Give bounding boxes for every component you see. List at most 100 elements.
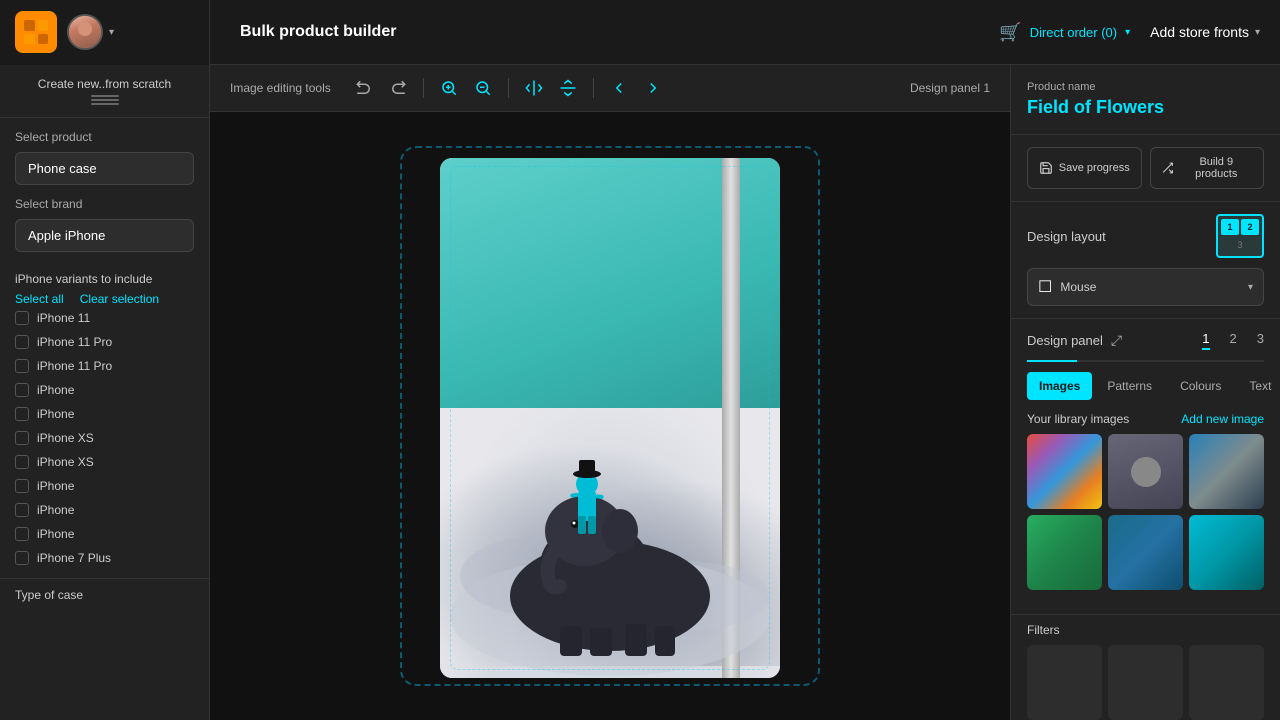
select-brand-label: Select brand (15, 197, 194, 211)
top-header: ▾ Bulk product builder 🛒 Direct order (0… (0, 0, 1280, 65)
layout-cell-3: 3 (1221, 237, 1259, 253)
select-product-section: Select product Phone case (0, 118, 209, 197)
layout-grid-selector[interactable]: 1 2 3 (1216, 214, 1264, 258)
variant-iphone-4-checkbox[interactable] (15, 503, 29, 517)
tab-colours[interactable]: Colours (1167, 372, 1234, 400)
brand-select[interactable]: Apple iPhone (15, 219, 194, 252)
library-image-3[interactable] (1189, 434, 1264, 509)
filter-3[interactable] (1189, 645, 1264, 720)
save-icon (1039, 161, 1053, 175)
filter-2[interactable] (1108, 645, 1183, 720)
variant-iphone-1-checkbox[interactable] (15, 383, 29, 397)
variant-iphone11pro-2-checkbox[interactable] (15, 359, 29, 373)
layout-cell-1: 1 (1221, 219, 1239, 235)
redo-button[interactable] (385, 75, 411, 101)
phone-case-canvas[interactable] (400, 146, 820, 686)
filter-1[interactable] (1027, 645, 1102, 720)
library-image-4[interactable] (1027, 515, 1102, 590)
variant-iphone11pro-1-checkbox[interactable] (15, 335, 29, 349)
clear-selection-link[interactable]: Clear selection (80, 292, 159, 306)
right-panel: Product name Field of Flowers Save progr… (1010, 65, 1280, 720)
product-name-label: Product name (1027, 81, 1264, 93)
build-icon (1161, 161, 1174, 175)
variant-iphone-4-label: iPhone (37, 503, 74, 517)
panel-num-3[interactable]: 3 (1257, 331, 1264, 350)
page-title: Bulk product builder (210, 23, 979, 41)
layout-cell-2: 2 (1241, 219, 1259, 235)
tool-separator-3 (593, 78, 594, 98)
variant-iphonexs-2-label: iPhone XS (37, 455, 94, 469)
logo-area: ▾ (0, 0, 210, 65)
app-logo (15, 11, 57, 53)
variant-iphone-2-checkbox[interactable] (15, 407, 29, 421)
variant-iphone11pro-2-label: iPhone 11 Pro (37, 359, 112, 373)
arrow-right-button[interactable] (640, 75, 666, 101)
library-image-5[interactable] (1108, 515, 1183, 590)
design-layout-title: Design layout (1027, 229, 1106, 244)
variant-iphone-2-label: iPhone (37, 407, 74, 421)
mouse-label: Mouse (1060, 280, 1240, 294)
avatar-area[interactable]: ▾ (67, 14, 114, 50)
panel-num-1[interactable]: 1 (1202, 331, 1209, 350)
build-products-label: Build 9 products (1180, 156, 1253, 180)
build-products-button[interactable]: Build 9 products (1150, 147, 1265, 189)
tab-images[interactable]: Images (1027, 372, 1092, 400)
arrow-left-button[interactable] (606, 75, 632, 101)
product-name-section: Product name Field of Flowers (1011, 65, 1280, 135)
mouse-layout-select[interactable]: ☐ Mouse ▾ (1027, 268, 1264, 306)
zoom-out-button[interactable] (470, 75, 496, 101)
variant-iphone-3-checkbox[interactable] (15, 479, 29, 493)
type-of-case-section: Type of case (0, 578, 209, 610)
design-panel-header: Design panel ⤢ 1 2 3 (1027, 331, 1264, 350)
cart-icon: 🛒 (999, 22, 1021, 43)
expand-icon[interactable]: ⤢ (1111, 332, 1122, 349)
design-panel-section: Design panel ⤢ 1 2 3 Images Patterns Col… (1011, 319, 1280, 615)
select-product-label: Select product (15, 130, 194, 144)
avatar (67, 14, 103, 50)
flip-horizontal-button[interactable] (521, 75, 547, 101)
design-panel-label: Design panel 1 (910, 81, 990, 95)
tool-separator-2 (508, 78, 509, 98)
add-image-link[interactable]: Add new image (1181, 412, 1264, 426)
library-image-grid (1027, 434, 1264, 590)
variant-iphone-2: iPhone (15, 402, 194, 426)
layout-header: Design layout 1 2 3 (1027, 214, 1264, 258)
variant-iphone-1: iPhone (15, 378, 194, 402)
variant-iphone11pro-1: iPhone 11 Pro (15, 330, 194, 354)
image-editing-toolbar: Image editing tools (210, 65, 1010, 112)
variant-iphone-3: iPhone (15, 474, 194, 498)
variant-iphone11: iPhone 11 (15, 306, 194, 330)
product-select[interactable]: Phone case (15, 152, 194, 185)
main-content: Create new..from scratch Select product … (0, 65, 1280, 720)
avatar-chevron-icon: ▾ (109, 27, 114, 38)
variant-iphone7plus-label: iPhone 7 Plus (37, 551, 111, 565)
variant-iphone11-checkbox[interactable] (15, 311, 29, 325)
panel-num-2[interactable]: 2 (1230, 331, 1237, 350)
panel-tabs: Images Patterns Colours Text (1027, 372, 1264, 400)
tab-text[interactable]: Text (1236, 372, 1280, 400)
library-image-6[interactable] (1189, 515, 1264, 590)
variant-iphone-5-checkbox[interactable] (15, 527, 29, 541)
variant-iphonexs-1: iPhone XS (15, 426, 194, 450)
variant-iphone7plus-checkbox[interactable] (15, 551, 29, 565)
library-title: Your library images (1027, 412, 1129, 426)
canvas-body[interactable] (210, 112, 1010, 720)
flip-vertical-button[interactable] (555, 75, 581, 101)
zoom-in-button[interactable] (436, 75, 462, 101)
variant-iphone-1-label: iPhone (37, 383, 74, 397)
save-progress-button[interactable]: Save progress (1027, 147, 1142, 189)
variant-iphonexs-2-checkbox[interactable] (15, 455, 29, 469)
library-image-2[interactable] (1108, 434, 1183, 509)
add-store-button[interactable]: Add store fronts ▾ (1150, 24, 1260, 40)
undo-button[interactable] (351, 75, 377, 101)
create-new-section[interactable]: Create new..from scratch (0, 65, 209, 118)
variant-iphonexs-1-checkbox[interactable] (15, 431, 29, 445)
tab-patterns[interactable]: Patterns (1094, 372, 1165, 400)
library-image-1[interactable] (1027, 434, 1102, 509)
select-all-link[interactable]: Select all (15, 292, 64, 306)
filters-title: Filters (1027, 623, 1264, 637)
case-body (440, 158, 780, 678)
direct-order-button[interactable]: 🛒 Direct order (0) ▾ (999, 22, 1130, 43)
panel-tabs-underline (1027, 360, 1264, 362)
tool-separator-1 (423, 78, 424, 98)
